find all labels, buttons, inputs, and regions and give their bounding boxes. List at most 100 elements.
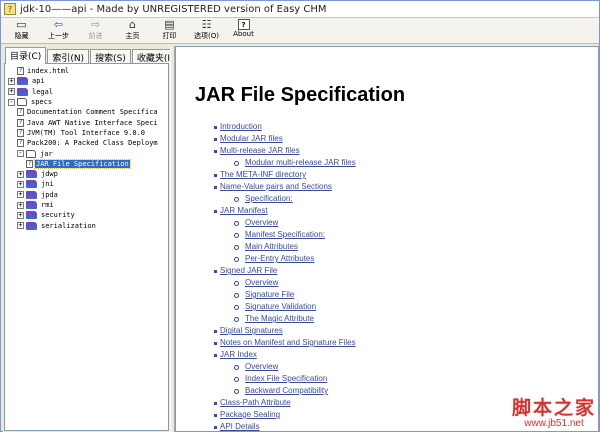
toc-link[interactable]: The Magic Attribute [245, 314, 314, 323]
tree-item-label: jpda [41, 190, 58, 199]
tree-item[interactable]: + jpda [5, 190, 168, 200]
back-button[interactable]: ⇦ 上一步 [40, 18, 77, 44]
toc-link[interactable]: JAR Manifest [220, 206, 268, 215]
toc-link[interactable]: Notes on Manifest and Signature Files [220, 338, 356, 347]
expand-icon[interactable]: + [8, 77, 15, 85]
toc-item: Signature Validation [220, 301, 356, 313]
toc-item: Overview [220, 277, 356, 289]
about-button[interactable]: ? About [225, 18, 262, 44]
tree-item[interactable]: ? JAR File Specification [5, 158, 168, 169]
tab-index[interactable]: 索引(N) [47, 49, 90, 64]
tree-item-label: Documentation Comment Specifica [27, 108, 158, 117]
about-button-label: About [233, 30, 254, 38]
collapse-icon[interactable]: - [8, 98, 15, 106]
tree-item-label: jni [41, 180, 54, 189]
toc-link[interactable]: Digital Signatures [220, 326, 283, 335]
toc-item: The Magic Attribute [220, 313, 356, 325]
toc-item: Main Attributes [220, 241, 356, 253]
toc-link[interactable]: Signature File [245, 290, 294, 299]
toc-link[interactable]: Specification: [245, 194, 293, 203]
toc-link[interactable]: Overview [245, 278, 278, 287]
toc-link[interactable]: Package Sealing [220, 410, 280, 419]
expand-icon[interactable]: + [17, 201, 24, 209]
table-of-contents: Introduction Modular JAR files Multi-relea… [214, 121, 356, 431]
forward-button[interactable]: ⇨ 前进 [77, 18, 114, 44]
toc-link[interactable]: Modular JAR files [220, 134, 283, 143]
help-page-icon: ? [17, 118, 24, 127]
book-icon [26, 170, 37, 179]
book-icon [17, 87, 28, 96]
window-title: jdk-10——api - Made by UNREGISTERED versi… [20, 3, 327, 15]
tree-item[interactable]: + legal [5, 87, 168, 97]
hide-button-label: 隐藏 [14, 32, 29, 40]
tab-contents[interactable]: 目录(C) [5, 47, 47, 64]
about-icon: ? [237, 19, 250, 30]
tree-item[interactable]: + security [5, 210, 168, 220]
tree-item-label: JAR File Specification [34, 158, 131, 169]
help-page-icon: ? [26, 159, 33, 168]
toc-link[interactable]: Multi-release JAR files [220, 146, 300, 155]
toc-link[interactable]: Main Attributes [245, 242, 298, 251]
title-bar[interactable]: ? jdk-10——api - Made by UNREGISTERED ver… [1, 1, 599, 18]
toc-link[interactable]: Backward Compatibility [245, 386, 328, 395]
expand-icon[interactable]: + [17, 170, 24, 178]
print-button[interactable]: ▤ 打印 [151, 18, 188, 44]
expand-icon[interactable]: + [8, 88, 15, 96]
hide-button[interactable]: ▭ 隐藏 [3, 18, 40, 44]
navigation-pane: 目录(C) 索引(N) 搜索(S) 收藏夹(I) ? index.html + api… [3, 46, 179, 432]
toc-link[interactable]: JAR Index [220, 350, 257, 359]
tree-item[interactable]: + jdwp [5, 169, 168, 179]
hide-icon: ▭ [16, 18, 27, 31]
tree-item[interactable]: ? Documentation Comment Specifica [5, 107, 168, 117]
toc-link[interactable]: The META-INF directory [220, 170, 306, 179]
options-button-label: 选项(O) [194, 32, 219, 40]
collapse-icon[interactable]: - [17, 150, 24, 158]
tree-item[interactable]: - specs [5, 97, 168, 107]
toc-item: The META-INF directory [214, 169, 356, 181]
book-icon [26, 180, 37, 189]
expand-icon[interactable]: + [17, 211, 24, 219]
toc-link[interactable]: Overview [245, 362, 278, 371]
toc-item: Multi-release JAR files [214, 145, 356, 157]
toc-item: Signed JAR File [214, 265, 356, 277]
tree-item[interactable]: ? index.html [5, 66, 168, 76]
tree-item[interactable]: ? Java AWT Native Interface Speci [5, 117, 168, 127]
back-button-label: 上一步 [48, 32, 69, 40]
toc-item: Backward Compatibility [220, 385, 356, 397]
toc-link[interactable]: Per-Entry Attributes [245, 254, 314, 263]
toc-link[interactable]: Name-Value pairs and Sections [220, 182, 332, 191]
print-icon: ▤ [164, 18, 175, 31]
tree-item-label: rmi [41, 201, 54, 209]
app-window: ? jdk-10——api - Made by UNREGISTERED ver… [0, 0, 600, 432]
help-page-icon: ? [17, 139, 24, 148]
toc-link[interactable]: Signature Validation [245, 302, 316, 311]
tree-item[interactable]: + jni [5, 179, 168, 189]
tree-item[interactable]: + api [5, 76, 168, 86]
expand-icon[interactable]: + [17, 180, 24, 188]
toc-link[interactable]: Index File Specification [245, 374, 327, 383]
toc-link[interactable]: Manifest Specification: [245, 230, 325, 239]
navigation-tabs: 目录(C) 索引(N) 搜索(S) 收藏夹(I) [3, 46, 179, 64]
toc-item: Specification: [220, 193, 356, 205]
tree-item[interactable]: ? Pack200: A Packed Class Deploym [5, 138, 168, 148]
tree-item[interactable]: ? JVM(TM) Tool Interface 9.0.0 [5, 128, 168, 138]
toc-link[interactable]: Signed JAR File [220, 266, 277, 275]
toc-item: Manifest Specification: [220, 229, 356, 241]
toc-link[interactable]: Modular multi-release JAR files [245, 158, 356, 167]
home-button[interactable]: ⌂ 主页 [114, 18, 151, 44]
toc-link[interactable]: Introduction [220, 122, 262, 131]
tab-search[interactable]: 搜索(S) [90, 49, 131, 64]
expand-icon[interactable]: + [17, 222, 24, 230]
tree-item-label: JVM(TM) Tool Interface 9.0.0 [27, 128, 146, 137]
tree-item[interactable]: + serialization [5, 220, 168, 230]
watermark-url: www.jb51.net [524, 418, 584, 429]
tree-item[interactable]: + rmi [5, 200, 168, 210]
book-icon [26, 190, 37, 199]
expand-icon[interactable]: + [17, 191, 24, 199]
tree-item[interactable]: - jar [5, 148, 168, 158]
toc-link[interactable]: API Details [220, 422, 260, 431]
options-button[interactable]: ☷ 选项(O) [188, 18, 225, 44]
toc-link[interactable]: Class-Path Attribute [220, 398, 291, 407]
toc-link[interactable]: Overview [245, 218, 278, 227]
tree-item-label: index.html [27, 67, 70, 76]
